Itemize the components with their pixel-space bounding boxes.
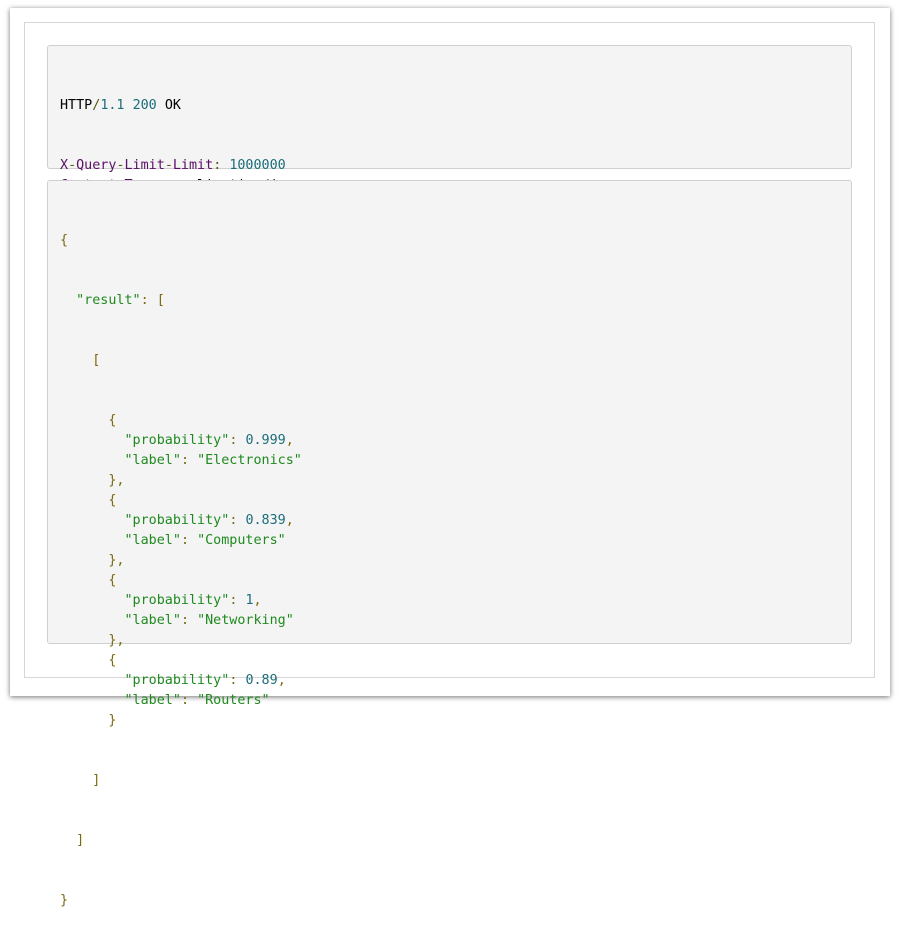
json-probability-value: 1 [245, 593, 254, 608]
json-colon: : [229, 673, 246, 688]
json-item-open: { [60, 411, 851, 431]
header-name-part: Query [76, 158, 117, 173]
json-root-key: "result" [76, 293, 141, 308]
json-probability-key: "probability" [124, 513, 230, 528]
json-item-close: }, [60, 631, 851, 651]
json-label-key: "label" [124, 453, 181, 468]
json-probability-line: "probability": 1, [60, 591, 851, 611]
json-probability-key: "probability" [124, 433, 230, 448]
json-colon: : [229, 513, 246, 528]
json-probability-value: 0.839 [245, 513, 286, 528]
json-label-value: "Computers" [197, 533, 286, 548]
protocol-version: 1.1 [100, 98, 125, 113]
header-name-dash: - [116, 158, 125, 173]
json-open-brace: { [60, 233, 69, 248]
json-item-close-brace: }, [108, 473, 125, 488]
json-label-value: "Electronics" [197, 453, 302, 468]
json-item-open: { [60, 491, 851, 511]
json-label-value: "Routers" [197, 693, 270, 708]
json-item-close: } [60, 711, 851, 731]
json-item-open-brace: { [108, 493, 117, 508]
json-comma: , [253, 593, 262, 608]
json-probability-line: "probability": 0.839, [60, 511, 851, 531]
json-item-close: }, [60, 471, 851, 491]
status-reason: OK [164, 98, 181, 113]
json-label-key: "label" [124, 613, 181, 628]
header-colon: : [213, 158, 230, 173]
json-item-open-brace: { [108, 413, 117, 428]
json-probability-value: 0.89 [245, 673, 278, 688]
json-label-key: "label" [124, 533, 181, 548]
json-item-open-brace: { [108, 573, 117, 588]
json-colon: : [180, 533, 198, 548]
json-inner-array-open: [ [92, 353, 101, 368]
json-label-key: "label" [124, 693, 181, 708]
json-outer-array-close: ] [76, 833, 85, 848]
json-line: { [60, 231, 851, 251]
http-headers-block: HTTP/1.1 200 OK X-Query-Limit-Limit: 100… [47, 45, 852, 233]
status-code: 200 [132, 98, 157, 113]
json-colon: : [180, 453, 198, 468]
json-item-open: { [60, 571, 851, 591]
json-item-open: { [60, 651, 851, 671]
json-item-close-brace: }, [108, 553, 125, 568]
json-probability-key: "probability" [124, 593, 230, 608]
json-items: { "probability": 0.999, "label": "Electr… [60, 411, 851, 731]
json-item-open-brace: { [108, 653, 117, 668]
json-comma: , [285, 433, 294, 448]
json-label-line: "label": "Networking" [60, 611, 851, 631]
header-name-part: Limit [172, 158, 214, 173]
json-comma: , [277, 673, 286, 688]
json-probability-line: "probability": 0.89, [60, 671, 851, 691]
content-frame: HTTP/1.1 200 OK X-Query-Limit-Limit: 100… [24, 22, 875, 908]
json-probability-line: "probability": 0.999, [60, 431, 851, 451]
json-close-brace: } [60, 893, 69, 908]
protocol-text: HTTP [60, 98, 93, 113]
json-label-value: "Networking" [197, 613, 294, 628]
json-label-line: "label": "Routers" [60, 691, 851, 711]
json-line: "result": [ [60, 291, 851, 311]
json-body-block: { "result": [ [ { "probability": 0.999, … [47, 180, 852, 908]
header-name-part: Limit [124, 158, 165, 173]
json-line: } [60, 891, 851, 911]
json-colon: : [229, 593, 246, 608]
json-colon: : [180, 693, 198, 708]
json-line: ] [60, 771, 851, 791]
json-probability-value: 0.999 [245, 433, 286, 448]
json-line: [ [60, 351, 851, 371]
json-inner-array-close: ] [92, 773, 101, 788]
json-label-line: "label": "Computers" [60, 531, 851, 551]
json-colon: : [180, 613, 198, 628]
header-name-dash: - [164, 158, 173, 173]
header-value: 1000000 [229, 158, 286, 173]
document-window: HTTP/1.1 200 OK X-Query-Limit-Limit: 100… [10, 8, 890, 908]
json-colon: : [ [140, 293, 165, 308]
status-line: HTTP/1.1 200 OK [60, 96, 851, 116]
json-label-line: "label": "Electronics" [60, 451, 851, 471]
json-comma: , [285, 513, 294, 528]
header-name-part: X [60, 158, 69, 173]
header-name-dash: - [68, 158, 77, 173]
json-item-close: }, [60, 551, 851, 571]
json-colon: : [229, 433, 246, 448]
json-line: ] [60, 831, 851, 851]
json-probability-key: "probability" [124, 673, 230, 688]
json-item-close-brace: } [108, 713, 117, 728]
header-line: X-Query-Limit-Limit: 1000000 [60, 156, 851, 176]
json-item-close-brace: }, [108, 633, 125, 648]
